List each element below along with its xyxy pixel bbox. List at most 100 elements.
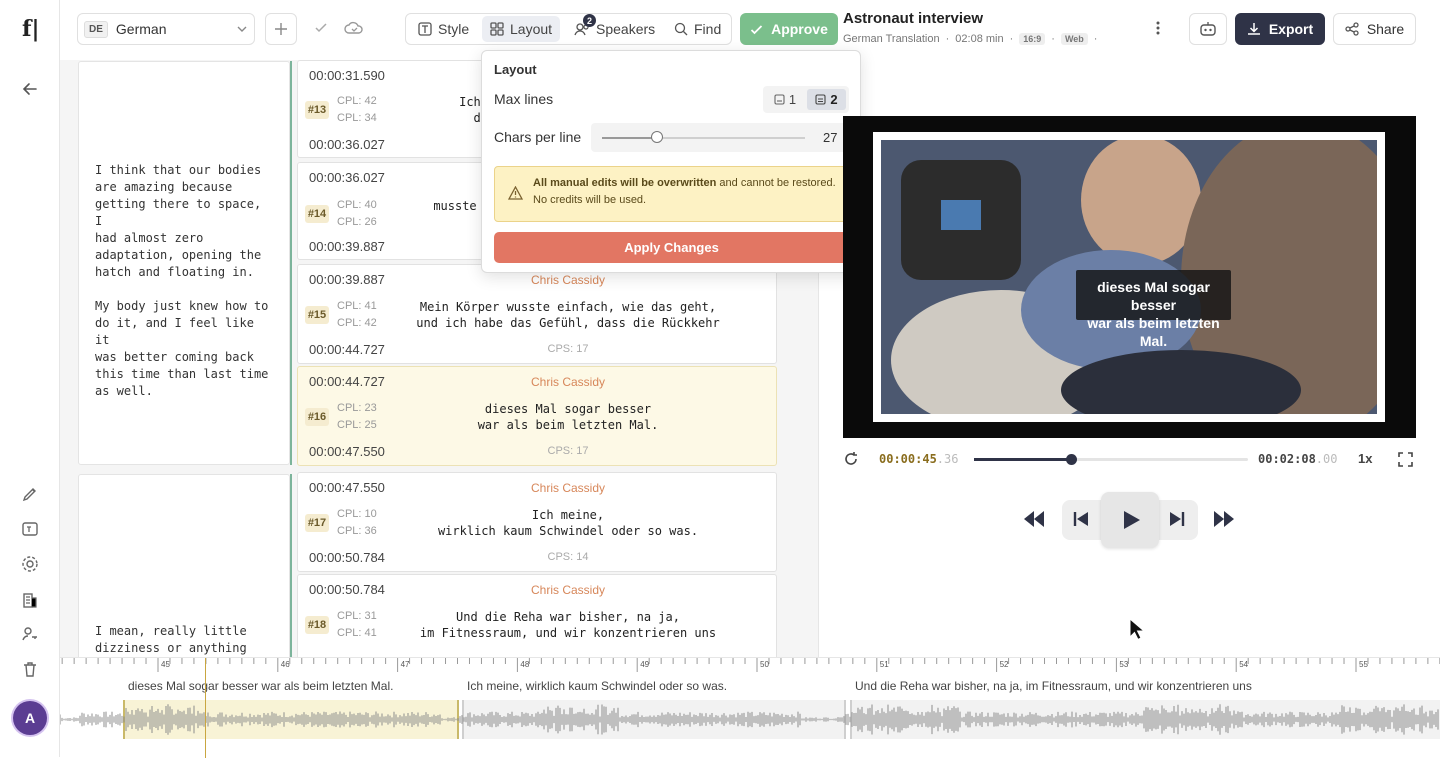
segment-start-time[interactable]: 00:00:36.027 (309, 170, 385, 185)
mouse-cursor-icon (1129, 618, 1145, 642)
building-icon[interactable] (20, 590, 40, 610)
meta-separator: · (1093, 33, 1098, 45)
subtitle-line1[interactable]: Mein Körper wusste einfach, wie das geht… (383, 299, 753, 315)
check-icon[interactable] (314, 21, 328, 35)
timeline[interactable]: 45 46 47 48 49 50 51 52 53 54 55 dieses Mal sogar … (60, 657, 1440, 758)
text-style-icon (418, 22, 438, 36)
pen-tool-icon[interactable] (20, 484, 40, 504)
find-button[interactable]: Find (666, 16, 729, 42)
cpl-line1: CPL: 41 (337, 300, 377, 312)
grid-layout-icon (490, 22, 510, 36)
previous-segment-icon[interactable] (1072, 510, 1090, 528)
app-logo[interactable]: f| (22, 16, 39, 42)
total-time-frac: .00 (1315, 452, 1338, 466)
export-label: Export (1268, 21, 1314, 37)
layout-button[interactable]: Layout (482, 16, 561, 42)
project-title: Astronaut interview (843, 10, 984, 27)
segment-start-time[interactable]: 00:00:31.590 (309, 68, 385, 83)
layout-popover: Layout Max lines 1 2 Chars per line 27 A… (481, 50, 861, 273)
export-button[interactable]: Export (1235, 13, 1325, 45)
user-key-icon[interactable] (20, 624, 40, 644)
source-text-block[interactable]: I mean, really little dizziness or anyth… (78, 474, 290, 657)
language-select[interactable]: DE German (77, 13, 255, 45)
play-icon (1120, 509, 1142, 531)
fullscreen-icon[interactable] (1398, 452, 1413, 467)
user-avatar[interactable]: A (13, 701, 47, 735)
seek-handle[interactable] (1066, 454, 1078, 465)
subtitle-line1[interactable]: dieses Mal sogar besser (383, 401, 753, 417)
add-language-button[interactable] (265, 13, 297, 45)
source-text-block[interactable]: I think that our bodies are amazing beca… (78, 61, 290, 465)
current-time: 00:00:45.36 (879, 452, 958, 466)
speaker-name[interactable]: Chris Cassidy (298, 375, 818, 389)
ruler-label: 49 (640, 660, 650, 669)
subtitle-line2[interactable]: war als beim letzten Mal. (383, 417, 753, 433)
layout-label: Layout (510, 21, 553, 37)
ai-assistant-button[interactable] (1189, 13, 1227, 45)
video-subtitle-overlay: dieses Mal sogar besser war als beim let… (1076, 270, 1231, 349)
speaker-name[interactable]: Chris Cassidy (298, 273, 818, 287)
playhead[interactable] (205, 658, 206, 758)
next-segment-icon[interactable] (1168, 510, 1186, 528)
platform-badge: Web (1060, 33, 1088, 45)
video-player[interactable]: dieses Mal sogar besser war als beim let… (843, 116, 1416, 438)
timeline-caption: dieses Mal sogar besser war als beim let… (128, 679, 394, 693)
play-button[interactable] (1101, 492, 1159, 548)
project-subtitle: German Translation (843, 33, 940, 45)
fast-forward-icon[interactable] (1212, 508, 1236, 530)
segment-card[interactable]: 00:00:39.887 Chris Cassidy #15 CPL: 41 C… (297, 264, 777, 364)
segment-card-active[interactable]: 00:00:44.727 Chris Cassidy #16 CPL: 23 C… (297, 366, 777, 466)
segment-card[interactable]: 00:00:50.784 Chris Cassidy #18 CPL: 31 C… (297, 574, 777, 657)
subtitle-line1[interactable]: Und die Reha war bisher, na ja, (383, 609, 753, 625)
max-lines-option-2[interactable]: 2 (807, 89, 846, 110)
subtitle-line2[interactable]: und ich habe das Gefühl, dass die Rückke… (383, 315, 753, 331)
settings-gear-icon[interactable] (20, 554, 40, 574)
cloud-sync-icon[interactable] (344, 19, 364, 37)
max-lines-option-1[interactable]: 1 (767, 89, 803, 110)
segment-number: #18 (305, 616, 329, 634)
ruler-label: 53 (1119, 660, 1129, 669)
more-vertical-icon[interactable] (1150, 19, 1166, 37)
segment-end-time[interactable]: 00:00:36.027 (309, 137, 385, 152)
timeline-caption: Ich meine, wirklich kaum Schwindel oder … (467, 679, 728, 693)
block-divider (290, 61, 292, 465)
ruler-label: 50 (760, 660, 769, 669)
slider-handle[interactable] (650, 131, 663, 143)
approve-button[interactable]: Approve (740, 13, 838, 45)
video-frame-image: dieses Mal sogar besser war als beim let… (873, 132, 1385, 422)
share-button[interactable]: Share (1333, 13, 1416, 45)
overlay-line1: dieses Mal sogar besser (1097, 279, 1210, 313)
segment-number: #14 (305, 205, 329, 223)
replay-icon[interactable] (843, 451, 859, 467)
share-label: Share (1366, 21, 1405, 37)
subtitle-line2[interactable]: im Fitnessraum, und wir konzentrieren un… (383, 625, 753, 641)
segment-card[interactable]: 00:00:47.550 Chris Cassidy #17 CPL: 10 C… (297, 472, 777, 572)
timeline-tick-labels: 45 46 47 48 49 50 51 52 53 54 55 (60, 658, 1440, 674)
total-time-main: 00:02:08 (1258, 452, 1316, 466)
rewind-icon[interactable] (1022, 508, 1046, 530)
overlay-line2: war als beim letzten Mal. (1087, 315, 1220, 349)
playback-speed[interactable]: 1x (1358, 451, 1372, 466)
cpl-line2: CPL: 41 (337, 627, 377, 639)
speaker-name[interactable]: Chris Cassidy (298, 583, 818, 597)
speakers-count-badge: 2 (583, 14, 596, 27)
speakers-button[interactable]: 2 Speakers (566, 14, 663, 42)
cps-value: CPS: 14 (547, 551, 589, 563)
chevron-down-icon (236, 23, 248, 35)
subtitle-line1[interactable]: Ich meine, (383, 507, 753, 523)
translate-icon[interactable] (20, 519, 40, 539)
style-button[interactable]: Style (410, 16, 477, 42)
seek-bar[interactable] (974, 454, 1248, 465)
cpl-line2: CPL: 42 (337, 317, 377, 329)
popover-title: Layout (494, 62, 537, 77)
speaker-name[interactable]: Chris Cassidy (298, 481, 818, 495)
download-icon (1247, 22, 1261, 36)
segment-number: #16 (305, 408, 329, 426)
overwrite-warning: All manual edits will be overwritten and… (494, 166, 849, 222)
trash-icon[interactable] (20, 659, 40, 679)
apply-changes-button[interactable]: Apply Changes (494, 232, 849, 263)
back-arrow-icon[interactable] (20, 79, 40, 99)
chars-per-line-label: Chars per line (494, 129, 582, 145)
segment-end-time[interactable]: 00:00:39.887 (309, 239, 385, 254)
subtitle-line2[interactable]: wirklich kaum Schwindel oder so was. (383, 523, 753, 539)
